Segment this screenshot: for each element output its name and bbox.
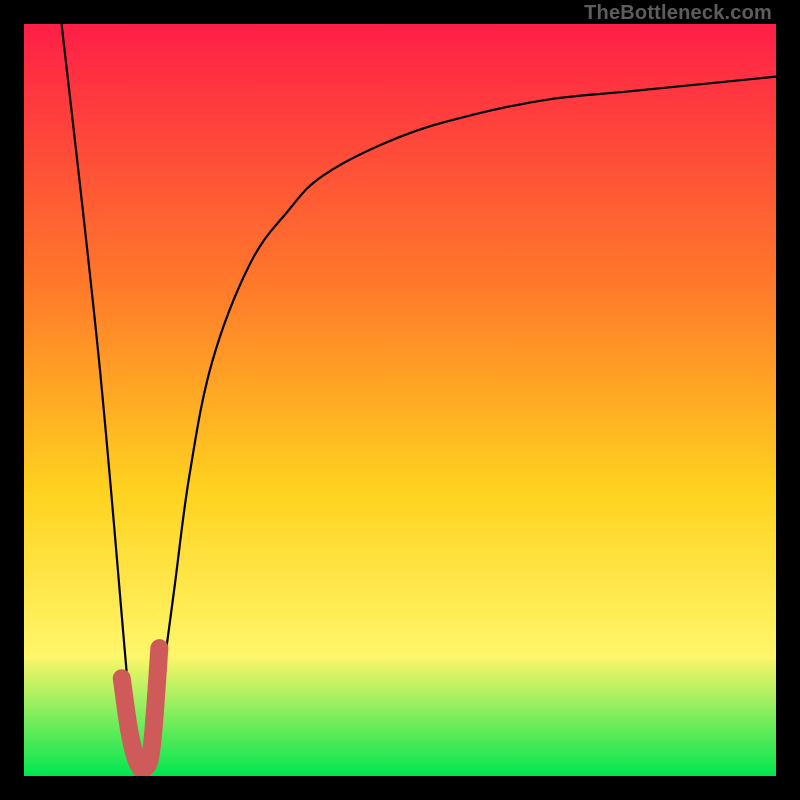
chart-frame <box>24 24 776 776</box>
bottleneck-chart <box>24 24 776 776</box>
watermark-text: TheBottleneck.com <box>584 2 772 25</box>
